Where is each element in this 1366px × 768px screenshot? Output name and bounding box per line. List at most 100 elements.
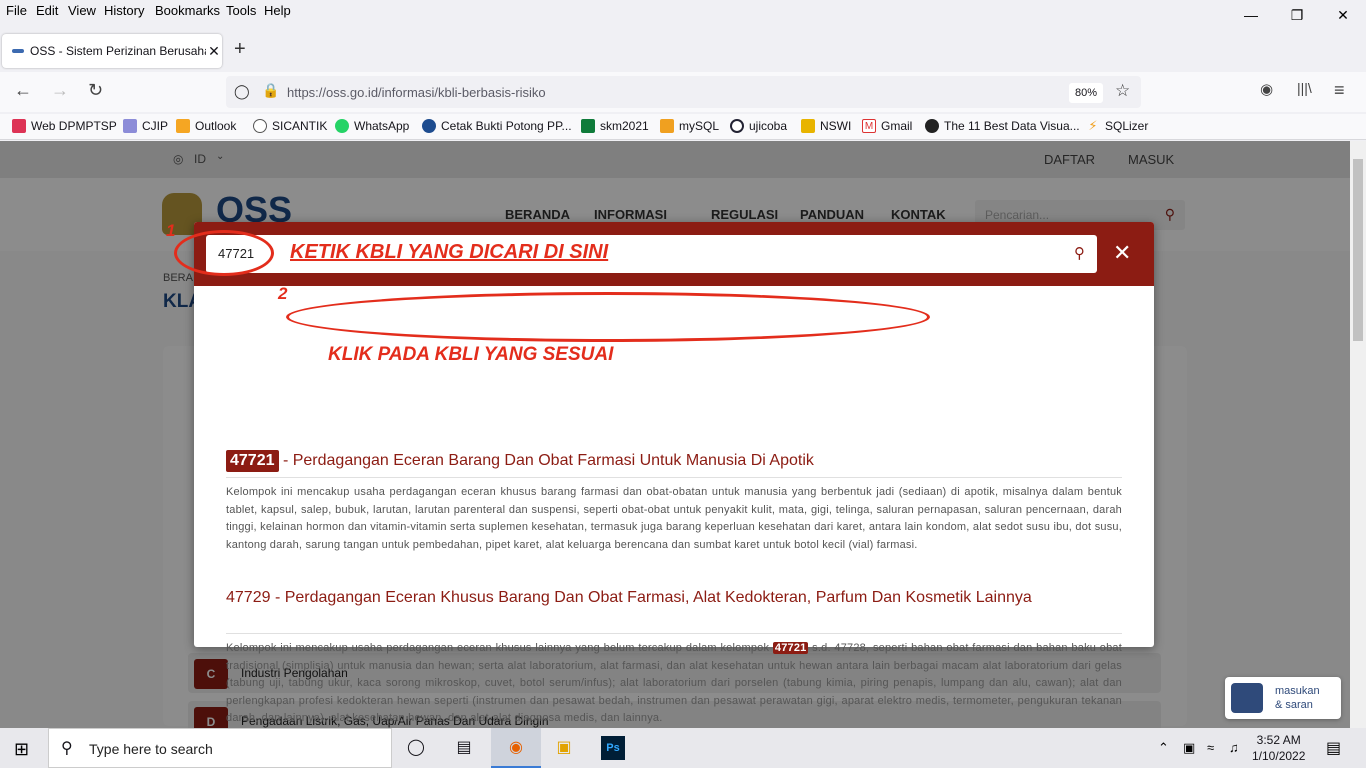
clock-time: 3:52 AM (1256, 733, 1301, 747)
minimize-icon[interactable]: — (1228, 0, 1274, 30)
search-icon: ⚲ (61, 740, 73, 757)
navigation-bar: ← → ↻ ◯ 🔒 https://oss.go.id/informasi/kb… (0, 72, 1366, 112)
task-view-icon[interactable]: ▤ (452, 736, 476, 760)
clock-date: 1/10/2022 (1252, 749, 1306, 763)
oss-favicon-icon (12, 49, 24, 53)
taskbar-search[interactable]: ⚲ Type here to search (48, 728, 392, 768)
tab-oss[interactable]: OSS - Sistem Perizinan Berusaha ✕ (2, 34, 222, 68)
divider (226, 633, 1122, 634)
tab-strip: OSS - Sistem Perizinan Berusaha ✕ + (0, 30, 1366, 70)
page-scrollbar[interactable] (1350, 141, 1366, 728)
photoshop-icon[interactable]: Ps (601, 736, 625, 760)
restore-icon[interactable]: ❐ (1274, 0, 1320, 30)
bookmarks-bar: Web DPMPTSP CJIP Outlook SICANTIK WhatsA… (0, 114, 1366, 140)
dataviz-icon (925, 119, 939, 133)
library-icon[interactable]: |||\ (1297, 80, 1312, 96)
windows-start-icon[interactable]: ⊞ (14, 739, 29, 760)
gmail-icon: M (862, 119, 876, 133)
result-code-badge: 47721 (226, 450, 279, 472)
annotation-type-hint: KETIK KBLI YANG DICARI DI SINI (290, 241, 609, 263)
menu-file[interactable]: File (6, 3, 27, 18)
volume-icon[interactable]: ♫ (1229, 740, 1239, 755)
menu-tools[interactable]: Tools (226, 3, 256, 18)
result-description: Kelompok ini mencakup usaha perdagangan … (226, 642, 1123, 725)
result-title: - Perdagangan Eceran Barang Dan Obat Far… (278, 452, 814, 469)
tax-icon (422, 119, 436, 133)
system-clock[interactable]: 3:52 AM 1/10/2022 (1252, 732, 1305, 764)
menu-view[interactable]: View (68, 3, 96, 18)
feedback-button[interactable]: masukan & saran (1225, 677, 1341, 719)
url-text[interactable]: https://oss.go.id/informasi/kbli-berbasi… (287, 85, 546, 100)
annotation-click-hint: KLIK PADA KBLI YANG SESUAI (328, 344, 614, 365)
cortana-icon[interactable]: ◯ (404, 736, 428, 760)
tab-close-icon[interactable]: ✕ (206, 43, 222, 60)
ujicoba-icon (730, 119, 744, 133)
menu-history[interactable]: History (104, 3, 144, 18)
result-description: Kelompok ini mencakup usaha perdagangan … (226, 486, 1122, 551)
taskbar-search-text: Type here to search (89, 741, 213, 757)
nswi-icon (801, 119, 815, 133)
bookmark-item[interactable]: skm2021 (581, 119, 649, 133)
bookmark-item[interactable]: Web DPMPTSP (12, 119, 117, 133)
annotation-oval-search (174, 230, 274, 276)
bookmark-item[interactable]: ⚡ SQLizer (1086, 119, 1148, 133)
tab-title: OSS - Sistem Perizinan Berusaha (30, 44, 206, 58)
bookmark-item[interactable]: CJIP (123, 119, 168, 133)
bookmark-star-icon[interactable]: ☆ (1115, 81, 1130, 101)
windows-taskbar: ⊞ ⚲ Type here to search ◯ ▤ ◉ ▣ Ps ⌃ ▣ ≈… (0, 728, 1366, 768)
page-viewport: ◎ ID ⌄ DAFTAR MASUK OSS BERANDA INFORMAS… (0, 141, 1350, 728)
phpmyadmin-icon (660, 119, 674, 133)
bookmark-item[interactable]: Cetak Bukti Potong PP... (422, 119, 572, 133)
close-icon[interactable]: ✕ (1113, 240, 1131, 266)
feedback-line-2: & saran (1275, 699, 1313, 711)
chat-icon (1231, 683, 1263, 713)
file-explorer-icon[interactable]: ▣ (552, 736, 576, 760)
result-link-47729[interactable]: 47729 - Perdagangan Eceran Khusus Barang… (226, 588, 1106, 608)
bookmark-item[interactable]: M Gmail (862, 119, 912, 133)
annotation-step-1: 1 (166, 221, 176, 240)
app-menu-icon[interactable]: ≡ (1334, 80, 1345, 101)
result-link-47721[interactable]: 47721 - Perdagangan Eceran Barang Dan Ob… (226, 450, 1106, 472)
shield-icon[interactable]: ◯ (234, 83, 250, 100)
bookmark-item[interactable]: Outlook (176, 119, 236, 133)
divider (226, 477, 1122, 478)
bookmark-item[interactable]: WhatsApp (335, 119, 409, 133)
reload-icon[interactable]: ↻ (88, 80, 103, 101)
url-bar[interactable]: ◯ 🔒 https://oss.go.id/informasi/kbli-ber… (226, 76, 1141, 108)
forward-icon[interactable]: → (51, 80, 69, 101)
bookmark-item[interactable]: SICANTIK (253, 119, 327, 133)
menu-bookmarks[interactable]: Bookmarks (155, 3, 220, 18)
notification-icon[interactable]: ▤ (1326, 738, 1341, 758)
highlight-code: 47721 (772, 642, 809, 654)
bookmark-item[interactable]: The 11 Best Data Visua... (925, 119, 1080, 133)
annotation-step-2: 2 (278, 284, 288, 303)
bookmark-item[interactable]: ujicoba (730, 119, 787, 133)
joomla-icon (12, 119, 26, 133)
search-icon[interactable]: ⚲ (1074, 244, 1085, 262)
back-icon[interactable]: ← (14, 80, 32, 101)
windows-icon (176, 119, 190, 133)
firefox-icon[interactable]: ◉ (491, 728, 541, 768)
kbli-search-modal: 47721 ⚲ ✕ 47721 - Perdagangan Eceran Bar… (194, 222, 1154, 724)
menu-bar: File Edit View History Bookmarks Tools H… (0, 0, 1366, 22)
pocket-icon[interactable]: ◉ (1260, 80, 1273, 98)
bookmark-item[interactable]: NSWI (801, 119, 851, 133)
close-window-icon[interactable]: ✕ (1320, 0, 1366, 30)
bookmark-item[interactable]: mySQL (660, 119, 719, 133)
cjip-icon (123, 119, 137, 133)
zoom-level[interactable]: 80% (1069, 83, 1103, 103)
sqlizer-icon: ⚡ (1086, 119, 1100, 133)
globe-icon (253, 119, 267, 133)
annotation-oval-result (286, 292, 930, 342)
feedback-line-1: masukan (1275, 685, 1320, 697)
sheets-icon (581, 119, 595, 133)
menu-edit[interactable]: Edit (36, 3, 58, 18)
menu-help[interactable]: Help (264, 3, 291, 18)
device-icon[interactable]: ▣ (1183, 740, 1195, 756)
chevron-up-icon[interactable]: ⌃ (1158, 740, 1169, 756)
wifi-icon[interactable]: ≈ (1207, 740, 1214, 755)
whatsapp-icon (335, 119, 349, 133)
new-tab-icon[interactable]: + (234, 38, 246, 61)
scrollbar-thumb[interactable] (1353, 159, 1363, 341)
lock-icon[interactable]: 🔒 (262, 82, 279, 99)
